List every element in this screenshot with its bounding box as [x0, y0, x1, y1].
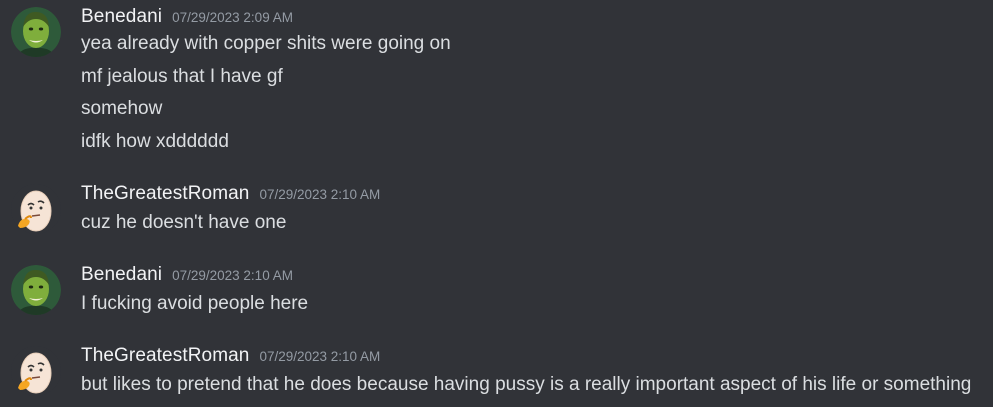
message-timestamp: 07/29/2023 2:09 AM: [172, 10, 293, 25]
message-author[interactable]: TheGreatestRoman: [81, 183, 249, 205]
message-timestamp: 07/29/2023 2:10 AM: [259, 187, 381, 202]
message-text: yea already with copper shits were going…: [81, 33, 451, 54]
user-avatar[interactable]: [11, 265, 61, 315]
message-group: TheGreatestRoman 07/29/2023 2:10 AM but …: [0, 338, 993, 407]
message-group: Benedani 07/29/2023 2:10 AM I fucking av…: [0, 258, 993, 328]
green-face-avatar-icon: [11, 7, 61, 57]
thinking-egg-avatar-icon: [11, 184, 61, 234]
message-author[interactable]: TheGreatestRoman: [81, 345, 249, 367]
message-text: cuz he doesn't have one: [81, 212, 287, 233]
chat-message-list: Benedani 07/29/2023 2:09 AM yea already …: [0, 0, 993, 407]
message-text: mf jealous that I have gf: [81, 66, 283, 87]
message-author[interactable]: Benedani: [81, 6, 162, 28]
user-avatar[interactable]: [11, 346, 61, 396]
message-timestamp: 07/29/2023 2:10 AM: [172, 268, 293, 283]
message-author[interactable]: Benedani: [81, 264, 162, 286]
message-text: I fucking avoid people here: [81, 293, 309, 314]
message-text: idfk how xdddddd: [81, 131, 229, 152]
message-group: TheGreatestRoman 07/29/2023 2:10 AM cuz …: [0, 177, 993, 247]
user-avatar[interactable]: [11, 184, 61, 234]
message-timestamp: 07/29/2023 2:10 AM: [259, 349, 381, 364]
message-group: Benedani 07/29/2023 2:09 AM yea already …: [0, 0, 993, 160]
thinking-egg-avatar-icon: [11, 346, 61, 396]
green-face-avatar-icon: [11, 265, 61, 315]
message-text: but likes to pretend that he does becaus…: [81, 374, 972, 395]
user-avatar[interactable]: [11, 7, 61, 57]
message-text: somehow: [81, 98, 163, 119]
